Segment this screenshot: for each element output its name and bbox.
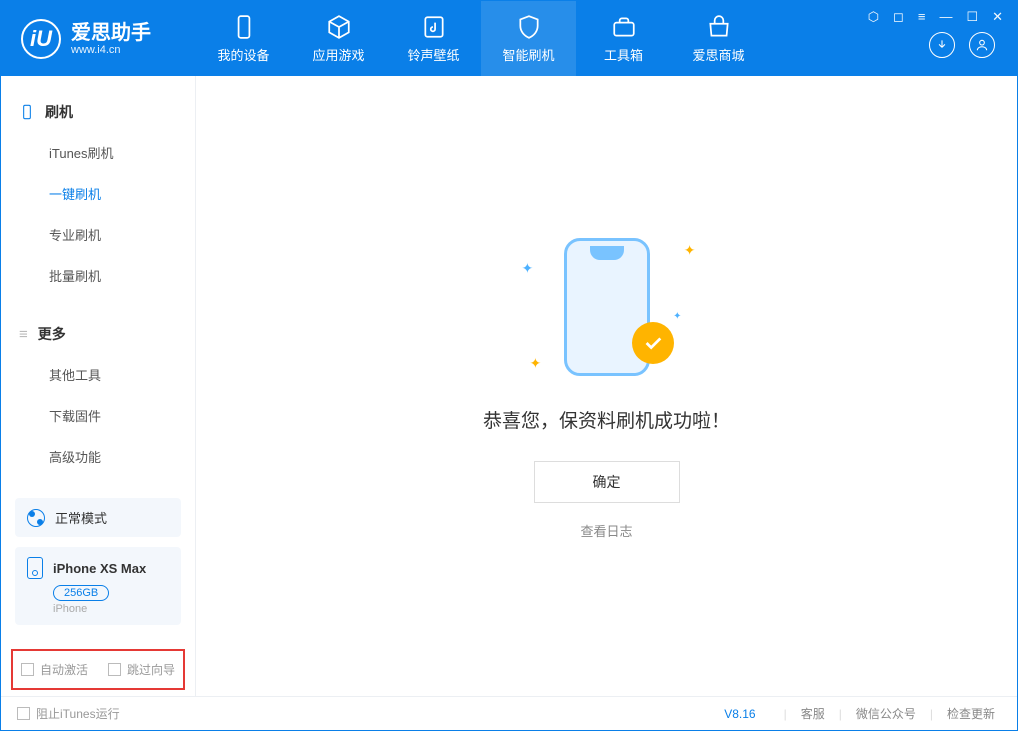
sparkle-icon: ✦ — [673, 311, 681, 322]
user-icon[interactable] — [969, 32, 995, 58]
checkbox-icon — [17, 707, 30, 720]
footer: 阻止iTunes运行 V8.16 | 客服 | 微信公众号 | 检查更新 — [1, 696, 1017, 730]
auto-activate-checkbox[interactable]: 自动激活 — [21, 661, 88, 678]
device-name: iPhone XS Max — [53, 561, 146, 576]
top-nav: 我的设备 应用游戏 铃声壁纸 智能刷机 工具箱 爱思商城 — [196, 1, 766, 76]
menu-icon[interactable]: ≡ — [918, 9, 926, 25]
phone-icon — [19, 104, 35, 120]
checkbox-label: 跳过向导 — [127, 661, 175, 678]
options-highlight-box: 自动激活 跳过向导 — [11, 649, 185, 690]
group-title-label: 刷机 — [45, 102, 73, 122]
footer-link-support[interactable]: 客服 — [795, 705, 831, 722]
sidebar-item-other-tools[interactable]: 其他工具 — [1, 354, 195, 395]
success-illustration: ✦ ✦ ✦ ✦ — [512, 232, 702, 382]
skip-guide-checkbox[interactable]: 跳过向导 — [108, 661, 175, 678]
feedback-icon[interactable]: ◻ — [893, 9, 904, 25]
sparkle-icon: ✦ — [522, 260, 534, 277]
ok-button[interactable]: 确定 — [534, 461, 680, 503]
header-right: ⬡ ◻ ≡ ― ☐ ✕ — [864, 1, 1007, 76]
checkmark-badge-icon — [632, 322, 674, 364]
separator: | — [831, 707, 850, 721]
nav-label: 智能刷机 — [502, 45, 554, 64]
success-message: 恭喜您，保资料刷机成功啦！ — [483, 406, 730, 433]
sidebar: 刷机 iTunes刷机 一键刷机 专业刷机 批量刷机 ≡ 更多 其他工具 下载固… — [1, 76, 196, 696]
checkbox-label: 自动激活 — [40, 661, 88, 678]
sidebar-item-advanced[interactable]: 高级功能 — [1, 436, 195, 477]
device-type: iPhone — [53, 603, 169, 615]
nav-apps-games[interactable]: 应用游戏 — [291, 1, 386, 76]
toolbox-icon — [610, 13, 638, 41]
main-content: ✦ ✦ ✦ ✦ 恭喜您，保资料刷机成功啦！ 确定 查看日志 — [196, 76, 1017, 696]
shield-icon — [515, 13, 543, 41]
logo-area: iU 爱思助手 www.i4.cn — [1, 1, 196, 76]
sidebar-item-batch-flash[interactable]: 批量刷机 — [1, 255, 195, 296]
nav-label: 我的设备 — [217, 45, 269, 64]
phone-icon — [27, 557, 43, 579]
minimize-button[interactable]: ― — [939, 9, 952, 25]
sidebar-item-pro-flash[interactable]: 专业刷机 — [1, 214, 195, 255]
version-label: V8.16 — [724, 707, 755, 721]
download-icon[interactable] — [929, 32, 955, 58]
block-itunes-checkbox[interactable]: 阻止iTunes运行 — [17, 705, 120, 722]
nav-smart-flash[interactable]: 智能刷机 — [481, 1, 576, 76]
nav-store[interactable]: 爱思商城 — [671, 1, 766, 76]
group-title-label: 更多 — [38, 324, 66, 344]
sidebar-item-download-firmware[interactable]: 下载固件 — [1, 395, 195, 436]
cube-icon — [325, 13, 353, 41]
mode-box[interactable]: 正常模式 — [15, 498, 181, 537]
sidebar-scroll: 刷机 iTunes刷机 一键刷机 专业刷机 批量刷机 ≡ 更多 其他工具 下载固… — [1, 76, 195, 488]
device-icon — [230, 13, 258, 41]
device-row: iPhone XS Max — [27, 557, 169, 579]
device-box[interactable]: iPhone XS Max 256GB iPhone — [15, 547, 181, 625]
app-logo-icon: iU — [21, 19, 61, 59]
separator: | — [776, 707, 795, 721]
music-icon — [420, 13, 448, 41]
body: 刷机 iTunes刷机 一键刷机 专业刷机 批量刷机 ≡ 更多 其他工具 下载固… — [1, 76, 1017, 696]
app-title: 爱思助手 — [71, 22, 151, 44]
storage-badge: 256GB — [53, 585, 109, 601]
nav-toolbox[interactable]: 工具箱 — [576, 1, 671, 76]
mode-label: 正常模式 — [55, 508, 107, 527]
header-action-icons — [929, 32, 1003, 68]
checkbox-label: 阻止iTunes运行 — [36, 705, 120, 722]
footer-link-wechat[interactable]: 微信公众号 — [850, 705, 922, 722]
app-subtitle: www.i4.cn — [71, 44, 151, 56]
header: iU 爱思助手 www.i4.cn 我的设备 应用游戏 铃声壁纸 智能刷机 — [1, 1, 1017, 76]
close-button[interactable]: ✕ — [992, 9, 1003, 25]
nav-label: 工具箱 — [604, 45, 643, 64]
sidebar-item-itunes-flash[interactable]: iTunes刷机 — [1, 132, 195, 173]
shirt-icon[interactable]: ⬡ — [868, 9, 879, 25]
nav-ringtones-wallpapers[interactable]: 铃声壁纸 — [386, 1, 481, 76]
device-panel: 正常模式 iPhone XS Max 256GB iPhone — [1, 488, 195, 649]
maximize-button[interactable]: ☐ — [966, 9, 978, 25]
store-icon — [705, 13, 733, 41]
sidebar-group-flash: 刷机 — [1, 92, 195, 132]
logo-text: 爱思助手 www.i4.cn — [71, 22, 151, 56]
nav-my-device[interactable]: 我的设备 — [196, 1, 291, 76]
mode-icon — [27, 509, 45, 527]
separator: | — [922, 707, 941, 721]
window-controls: ⬡ ◻ ≡ ― ☐ ✕ — [868, 9, 1003, 25]
footer-link-update[interactable]: 检查更新 — [941, 705, 1001, 722]
checkbox-icon — [108, 663, 121, 676]
sidebar-group-more: ≡ 更多 — [1, 314, 195, 354]
view-log-link[interactable]: 查看日志 — [580, 521, 632, 540]
app-window: iU 爱思助手 www.i4.cn 我的设备 应用游戏 铃声壁纸 智能刷机 — [0, 0, 1018, 731]
nav-label: 铃声壁纸 — [407, 45, 459, 64]
checkbox-icon — [21, 663, 34, 676]
nav-label: 爱思商城 — [692, 45, 744, 64]
hamburger-icon: ≡ — [19, 327, 28, 342]
sparkle-icon: ✦ — [530, 355, 542, 372]
sparkle-icon: ✦ — [684, 242, 696, 259]
sidebar-item-onekey-flash[interactable]: 一键刷机 — [1, 173, 195, 214]
nav-label: 应用游戏 — [312, 45, 364, 64]
